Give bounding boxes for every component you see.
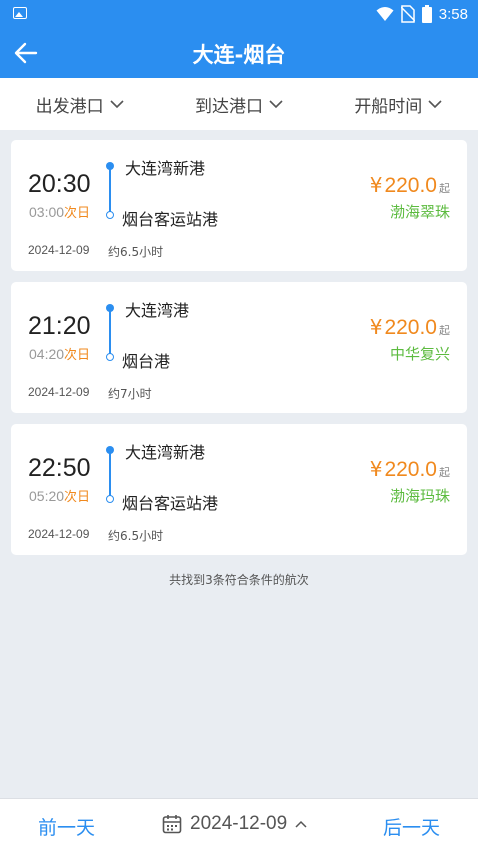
voyage-card[interactable]: 20:30 03:00次日 大连湾新港 烟台客运站港 ¥ 220.0 起 渤海翠… — [11, 140, 467, 271]
next-day-button[interactable]: 后一天 — [383, 813, 440, 840]
app-bar: 大连-烟台 — [0, 28, 478, 78]
route-line — [109, 168, 111, 212]
arrival-time: 05:20 — [29, 488, 65, 504]
price: ¥ 220.0 起 — [370, 315, 450, 340]
departure-time: 22:50 — [28, 454, 91, 482]
route-line — [109, 452, 111, 496]
arrival-port: 烟台港 — [122, 352, 171, 371]
wifi-icon — [376, 7, 394, 21]
arrival-time-line: 04:20次日 — [29, 344, 90, 363]
voyage-duration: 约6.5小时 — [108, 529, 164, 543]
filter-label: 出发港口 — [35, 96, 104, 117]
filter-label: 开船时间 — [354, 96, 423, 117]
ship-name: 渤海玛珠 — [389, 487, 450, 505]
status-bar: 3:58 — [0, 0, 478, 28]
chevron-down-icon — [428, 99, 442, 108]
price: ¥ 220.0 起 — [370, 173, 450, 198]
filter-departure-port[interactable]: 出发港口 — [36, 92, 124, 117]
arrival-dot — [106, 495, 114, 503]
voyage-date: 2024-12-09 — [28, 385, 90, 399]
departure-time: 20:30 — [28, 170, 91, 198]
calendar-icon — [162, 815, 182, 834]
arrival-time: 04:20 — [29, 346, 65, 362]
voyage-date: 2024-12-09 — [28, 243, 90, 257]
price-unit: 起 — [439, 324, 450, 337]
arrival-dot — [106, 353, 114, 361]
no-sim-icon — [400, 5, 415, 23]
departure-port: 大连湾新港 — [125, 159, 206, 178]
chevron-down-icon — [110, 99, 124, 108]
voyage-duration: 约7小时 — [108, 387, 152, 401]
voyage-card[interactable]: 22:50 05:20次日 大连湾新港 烟台客运站港 ¥ 220.0 起 渤海玛… — [11, 424, 467, 555]
ship-name: 中华复兴 — [389, 345, 450, 363]
next-day-note: 次日 — [64, 348, 91, 363]
price-symbol: ¥ — [369, 315, 383, 339]
page-title: 大连-烟台 — [192, 43, 286, 67]
chevron-up-icon — [295, 820, 307, 828]
ship-name: 渤海翠珠 — [389, 203, 450, 221]
price-value: 220.0 — [384, 174, 437, 197]
departure-port: 大连湾港 — [125, 301, 190, 320]
battery-icon — [421, 5, 432, 23]
result-summary: 共找到3条符合条件的航次 — [169, 573, 309, 587]
voyage-date: 2024-12-09 — [28, 527, 90, 541]
arrival-time-line: 05:20次日 — [29, 486, 90, 505]
filter-departure-time[interactable]: 开船时间 — [354, 92, 442, 117]
price-value: 220.0 — [384, 316, 437, 339]
arrival-time: 03:00 — [29, 204, 65, 220]
price-unit: 起 — [439, 466, 450, 479]
route-line — [109, 310, 111, 354]
bottom-bar: 前一天 2024-12-09 后一天 — [0, 798, 478, 850]
price-symbol: ¥ — [369, 173, 383, 197]
departure-port: 大连湾新港 — [125, 443, 206, 462]
arrival-time-line: 03:00次日 — [29, 202, 90, 221]
filter-label: 到达港口 — [194, 96, 263, 117]
departure-time: 21:20 — [28, 312, 91, 340]
status-icons: 3:58 — [376, 3, 468, 25]
date-picker[interactable]: 2024-12-09 — [162, 813, 307, 835]
status-time: 3:58 — [438, 5, 468, 23]
selected-date: 2024-12-09 — [190, 813, 288, 834]
next-day-note: 次日 — [64, 490, 91, 505]
next-day-note: 次日 — [64, 206, 91, 221]
voyage-duration: 约6.5小时 — [108, 245, 164, 259]
chevron-down-icon — [269, 99, 283, 108]
arrival-port: 烟台客运站港 — [122, 210, 219, 229]
arrival-port: 烟台客运站港 — [122, 494, 219, 513]
voyage-card[interactable]: 21:20 04:20次日 大连湾港 烟台港 ¥ 220.0 起 中华复兴 20… — [11, 282, 467, 413]
price-value: 220.0 — [384, 458, 437, 481]
price-unit: 起 — [439, 182, 450, 195]
price: ¥ 220.0 起 — [370, 457, 450, 482]
image-icon — [13, 7, 27, 19]
arrival-dot — [106, 211, 114, 219]
prev-day-button[interactable]: 前一天 — [38, 813, 95, 840]
price-symbol: ¥ — [369, 457, 383, 481]
filter-arrival-port[interactable]: 到达港口 — [195, 92, 283, 117]
filter-bar: 出发港口 到达港口 开船时间 — [0, 78, 478, 130]
